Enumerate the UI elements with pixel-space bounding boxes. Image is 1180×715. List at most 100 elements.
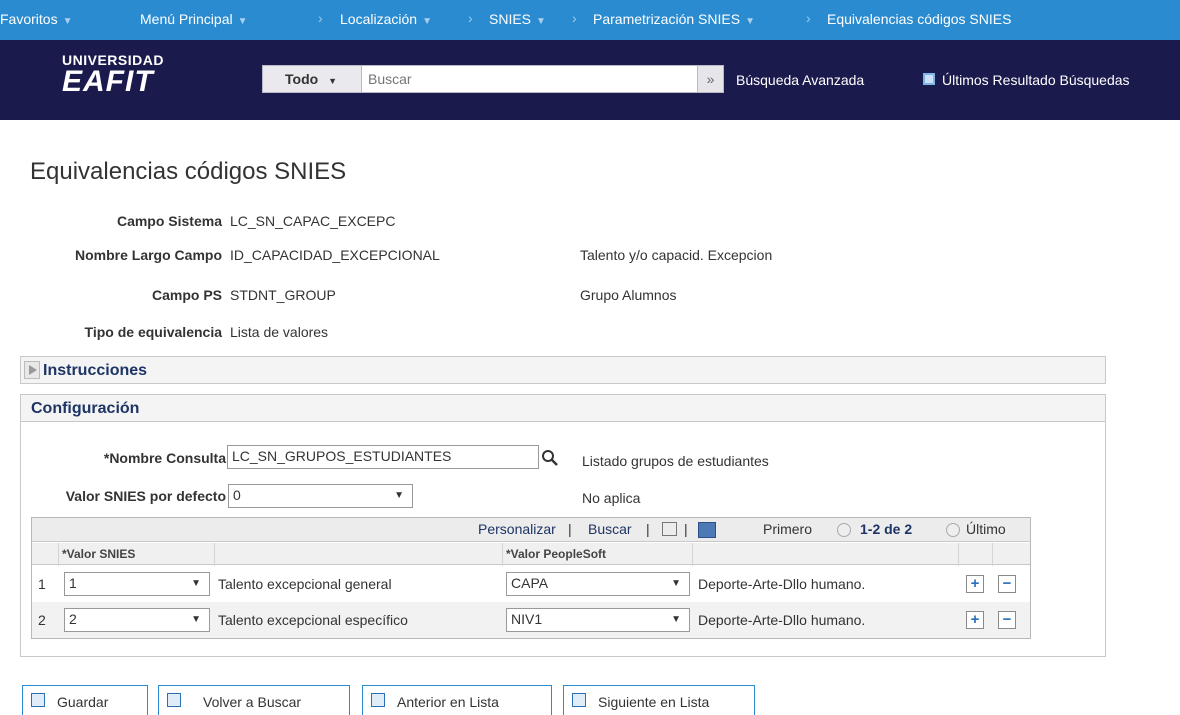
download-grid-icon[interactable]: [698, 522, 716, 538]
lookup-icon[interactable]: [541, 449, 561, 467]
nombre-largo-value: ID_CAPACIDAD_EXCEPCIONAL: [230, 247, 440, 263]
valor-defecto-desc: No aplica: [582, 490, 641, 506]
valor-peoplesoft-select[interactable]: CAPA ▼: [506, 572, 690, 596]
new-window-icon[interactable]: [662, 522, 677, 536]
save-icon: [31, 693, 45, 707]
breadcrumb-parametrizacion[interactable]: Parametrización SNIES ▼: [593, 11, 755, 27]
chevron-down-icon: ▼: [671, 578, 681, 589]
ultimo-label[interactable]: Último: [966, 521, 1006, 537]
advanced-search-link[interactable]: Búsqueda Avanzada: [736, 72, 864, 88]
grid-range: 1-2 de 2: [860, 521, 913, 537]
row-number: 2: [38, 612, 46, 628]
search-results-icon: [923, 73, 935, 85]
delete-row-icon[interactable]: −: [998, 611, 1016, 629]
nombre-consulta-label: *Nombre Consulta: [103, 450, 226, 466]
equivalencias-grid: Personalizar | Buscar | | Primero 1-2 de…: [31, 517, 1031, 639]
siguiente-en-lista-button[interactable]: Siguiente en Lista: [563, 685, 755, 715]
delete-row-icon[interactable]: −: [998, 575, 1016, 593]
valor-snies-desc: Talento excepcional específico: [218, 612, 408, 628]
valor-snies-select[interactable]: 2 ▼: [64, 608, 210, 632]
row-number: 1: [38, 576, 46, 592]
breadcrumb-label: SNIES: [489, 11, 532, 27]
table-row: 2 2 ▼ Talento excepcional específico NIV1…: [32, 602, 1030, 638]
campo-ps-desc: Grupo Alumnos: [580, 287, 677, 303]
logo-line2: EAFIT: [62, 65, 154, 98]
eafit-logo: UNIVERSIDAD EAFIT: [62, 52, 164, 98]
add-row-icon[interactable]: +: [966, 575, 984, 593]
breadcrumb-snies[interactable]: SNIES ▼: [489, 11, 546, 27]
expand-icon[interactable]: [24, 361, 40, 379]
buscar-link[interactable]: Buscar: [588, 521, 632, 537]
volver-a-buscar-button[interactable]: Volver a Buscar: [158, 685, 350, 715]
nombre-largo-label: Nombre Largo Campo: [74, 247, 222, 263]
nombre-consulta-field[interactable]: LC_SN_GRUPOS_ESTUDIANTES: [227, 445, 539, 469]
campo-sistema-value: LC_SN_CAPAC_EXCEPC: [230, 213, 396, 229]
col-valor-peoplesoft: *Valor PeopleSoft: [506, 547, 607, 561]
col-valor-snies: *Valor SNIES: [62, 547, 136, 561]
add-row-icon[interactable]: +: [966, 611, 984, 629]
guardar-label: Guardar: [57, 694, 109, 710]
last-results-link[interactable]: Últimos Resultado Búsquedas: [942, 72, 1130, 88]
breadcrumb-equivalencias[interactable]: Equivalencias códigos SNIES: [827, 11, 1011, 27]
menu-principal[interactable]: Menú Principal ▼: [140, 11, 248, 27]
valor-peoplesoft-desc: Deporte-Arte-Dllo humano.: [698, 612, 866, 628]
valor-snies-value: 1: [69, 575, 77, 591]
breadcrumb-separator-icon: ›: [572, 10, 577, 26]
guardar-button[interactable]: Guardar: [22, 685, 148, 715]
search-scope-dropdown[interactable]: Todo ▼: [262, 65, 362, 93]
chevron-down-icon: ▼: [191, 578, 201, 589]
search-go-button[interactable]: »: [697, 65, 724, 93]
chevron-down-icon: ▼: [237, 16, 248, 27]
breadcrumb-label: Localización: [340, 11, 418, 27]
valor-defecto-label: Valor SNIES por defecto: [65, 488, 226, 504]
valor-snies-value: 2: [69, 611, 77, 627]
personalizar-link[interactable]: Personalizar: [478, 521, 556, 537]
nav-separator: |: [684, 521, 688, 537]
page-title: Equivalencias códigos SNIES: [30, 158, 347, 185]
breadcrumb-separator-icon: ›: [318, 10, 323, 26]
menu-principal-label: Menú Principal: [140, 11, 233, 27]
nombre-largo-desc: Talento y/o capacid. Excepcion: [580, 247, 773, 263]
chevron-down-icon: ▼: [536, 16, 546, 27]
chevron-down-icon: ▼: [745, 16, 755, 27]
valor-defecto-select[interactable]: 0 ▼: [228, 484, 413, 508]
table-row: 1 1 ▼ Talento excepcional general CAPA ▼ D…: [32, 566, 1030, 602]
chevron-down-icon: ▼: [328, 76, 338, 86]
valor-peoplesoft-value: NIV1: [511, 611, 543, 627]
campo-ps-label: Campo PS: [151, 287, 222, 303]
instrucciones-title: Instrucciones: [43, 362, 148, 379]
valor-peoplesoft-desc: Deporte-Arte-Dllo humano.: [698, 576, 866, 592]
anterior-label: Anterior en Lista: [397, 694, 499, 710]
volver-label: Volver a Buscar: [203, 694, 302, 710]
breadcrumb-label: Parametrización SNIES: [593, 11, 741, 27]
breadcrumb-separator-icon: ›: [806, 10, 811, 26]
favoritos-menu[interactable]: Favoritos ▼: [0, 11, 72, 27]
breadcrumb-localizacion[interactable]: Localización ▼: [340, 11, 432, 27]
campo-ps-value: STDNT_GROUP: [230, 287, 336, 303]
anterior-en-lista-button[interactable]: Anterior en Lista: [362, 685, 552, 715]
valor-defecto-value: 0: [233, 487, 241, 503]
tipo-equivalencia-label: Tipo de equivalencia: [84, 324, 222, 340]
next-icon[interactable]: [946, 523, 960, 537]
configuracion-section: Configuración: [20, 394, 1106, 422]
top-navigation-bar: Favoritos ▼ Menú Principal ▼ › Localizació…: [0, 0, 1180, 40]
search-input[interactable]: [361, 65, 698, 93]
primero-label[interactable]: Primero: [763, 521, 812, 537]
search-scope-label: Todo: [285, 71, 319, 87]
grid-header: *Valor SNIES *Valor PeopleSoft: [32, 543, 1030, 565]
nombre-consulta-desc: Listado grupos de estudiantes: [582, 453, 769, 469]
valor-peoplesoft-select[interactable]: NIV1 ▼: [506, 608, 690, 632]
configuracion-title: Configuración: [31, 400, 140, 417]
next-in-list-icon: [572, 693, 586, 707]
chevron-down-icon: ▼: [394, 490, 404, 501]
grid-navigation: Personalizar | Buscar | | Primero 1-2 de…: [32, 518, 1030, 542]
valor-snies-desc: Talento excepcional general: [218, 576, 392, 592]
nav-separator: |: [646, 521, 650, 537]
instrucciones-section[interactable]: Instrucciones: [20, 356, 1106, 384]
valor-snies-select[interactable]: 1 ▼: [64, 572, 210, 596]
breadcrumb-separator-icon: ›: [468, 10, 473, 26]
search-return-icon: [167, 693, 181, 707]
valor-peoplesoft-value: CAPA: [511, 575, 549, 591]
previous-icon[interactable]: [837, 523, 851, 537]
campo-sistema-label: Campo Sistema: [116, 213, 222, 229]
